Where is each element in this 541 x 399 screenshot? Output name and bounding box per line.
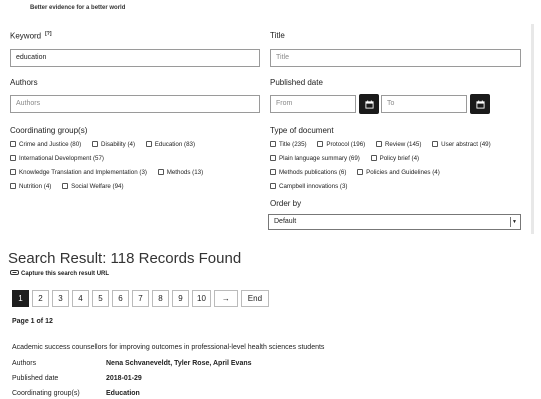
page-info: Page 1 of 12 (12, 318, 53, 325)
page-button-2[interactable]: 2 (32, 290, 49, 307)
calendar-icon (364, 99, 374, 109)
record-group-value: Education (106, 390, 140, 397)
document-type-row: Campbell innovations (3) (270, 183, 356, 190)
link-icon (10, 270, 19, 275)
checkbox-policy-brief[interactable]: Policy brief (4) (370, 155, 419, 162)
checkbox-review[interactable]: Review (145) (375, 141, 421, 148)
page-button-10[interactable]: 10 (192, 290, 211, 307)
record-field-authors: Authors Nena Schvaneveldt, Tyler Rose, Ap… (12, 360, 252, 367)
authors-input[interactable]: Authors (10, 95, 260, 113)
record-field-key: Coordinating group(s) (12, 390, 80, 397)
checkbox-methods-publications[interactable]: Methods publications (6) (270, 169, 346, 176)
chevron-down-icon[interactable]: ▼ (510, 217, 518, 227)
page-button-8[interactable]: 8 (152, 290, 169, 307)
page-button-5[interactable]: 5 (92, 290, 109, 307)
document-type-row: Methods publications (6) Policies and Gu… (270, 169, 449, 176)
last-page-button[interactable]: End (240, 290, 269, 307)
checkbox-box[interactable] (10, 141, 16, 147)
checkbox-box[interactable] (62, 183, 69, 189)
record-field-key: Published date (12, 375, 59, 382)
checkbox-box[interactable] (375, 141, 382, 147)
checkbox-box[interactable] (10, 169, 16, 175)
checkbox-plain-language-summary[interactable]: Plain language summary (69) (270, 155, 360, 162)
checkbox-methods[interactable]: Methods (13) (157, 169, 203, 176)
checkbox-knowledge-translation[interactable]: Knowledge Translation and Implementation… (10, 169, 147, 176)
page-button-4[interactable]: 4 (72, 290, 89, 307)
page-button-1[interactable]: 1 (12, 290, 29, 307)
date-from-calendar-button[interactable] (359, 94, 379, 114)
checkbox-box[interactable] (370, 155, 377, 161)
coordinating-group-label: Coordinating group(s) (10, 126, 88, 135)
checkbox-box[interactable] (357, 169, 364, 175)
type-of-document-label: Type of document (270, 126, 334, 135)
checkbox-protocol[interactable]: Protocol (196) (317, 141, 365, 148)
page-button-7[interactable]: 7 (132, 290, 149, 307)
checkbox-social-welfare[interactable]: Social Welfare (94) (62, 183, 124, 190)
checkbox-box[interactable] (91, 141, 98, 147)
checkbox-title[interactable]: Title (235) (270, 141, 307, 148)
capture-url-link[interactable]: Capture this search result URL (10, 270, 109, 277)
keyword-label: Keyword [?] (10, 31, 52, 41)
record-field-key: Authors (12, 360, 37, 367)
coordinating-group-row: International Development (57) (10, 155, 113, 162)
coordinating-group-row: Knowledge Translation and Implementation… (10, 169, 212, 176)
checkbox-box[interactable] (317, 141, 324, 147)
page-button-3[interactable]: 3 (52, 290, 69, 307)
checkbox-box[interactable] (270, 155, 276, 161)
coordinating-group-row: Nutrition (4) Social Welfare (94) (10, 183, 133, 190)
checkbox-box[interactable] (270, 141, 276, 147)
record-field-coordinating-group: Coordinating group(s) Education (12, 390, 140, 397)
calendar-icon (475, 99, 485, 109)
next-page-button[interactable]: → (213, 290, 238, 307)
checkbox-disability[interactable]: Disability (4) (91, 141, 135, 148)
search-result-heading: Search Result: 118 Records Found (8, 250, 242, 267)
checkbox-box[interactable] (270, 183, 276, 189)
title-input[interactable]: Title (270, 49, 521, 67)
coordinating-group-row: Crime and Justice (80) Disability (4) Ed… (10, 141, 204, 148)
checkbox-international-development[interactable]: International Development (57) (10, 155, 104, 162)
checkbox-box[interactable] (270, 169, 276, 175)
keyword-input[interactable]: education (10, 49, 260, 67)
checkbox-box[interactable] (10, 155, 16, 161)
document-type-row: Title (235) Protocol (196) Review (145) … (270, 141, 491, 148)
keyword-help-link[interactable]: [?] (45, 31, 51, 37)
record-title-link[interactable]: Academic success counsellors for improvi… (12, 344, 324, 351)
checkbox-education[interactable]: Education (83) (145, 141, 195, 148)
date-to-calendar-button[interactable] (470, 94, 490, 114)
authors-label: Authors (10, 78, 38, 87)
checkbox-box[interactable] (157, 169, 164, 175)
record-authors-value: Nena Schvaneveldt, Tyler Rose, April Eva… (106, 360, 252, 367)
checkbox-box[interactable] (145, 141, 152, 147)
order-by-value: Default (274, 218, 297, 225)
checkbox-nutrition[interactable]: Nutrition (4) (10, 183, 51, 190)
checkbox-user-abstract[interactable]: User abstract (49) (432, 141, 491, 148)
title-label: Title (270, 31, 285, 40)
checkbox-policies-and-guidelines[interactable]: Policies and Guidelines (4) (357, 169, 440, 176)
date-to-input[interactable]: To (381, 95, 467, 113)
checkbox-box[interactable] (432, 141, 439, 147)
checkbox-campbell-innovations[interactable]: Campbell innovations (3) (270, 183, 347, 190)
site-tagline: Better evidence for a better world (30, 5, 126, 11)
order-by-label: Order by (270, 199, 302, 208)
order-by-select[interactable]: Default ▼ (268, 214, 521, 230)
filter-panel-scrollbar[interactable] (531, 24, 534, 234)
record-date-value: 2018-01-29 (106, 375, 142, 382)
page-button-9[interactable]: 9 (172, 290, 189, 307)
date-from-input[interactable]: From (270, 95, 356, 113)
checkbox-box[interactable] (10, 183, 16, 189)
record-field-published-date: Published date 2018-01-29 (12, 375, 142, 382)
checkbox-crime-and-justice[interactable]: Crime and Justice (80) (10, 141, 81, 148)
pagination: 1 2 3 4 5 6 7 8 9 10 → End (12, 290, 272, 307)
document-type-row: Plain language summary (69) Policy brief… (270, 155, 428, 162)
page-button-6[interactable]: 6 (112, 290, 129, 307)
published-date-label: Published date (270, 78, 323, 87)
